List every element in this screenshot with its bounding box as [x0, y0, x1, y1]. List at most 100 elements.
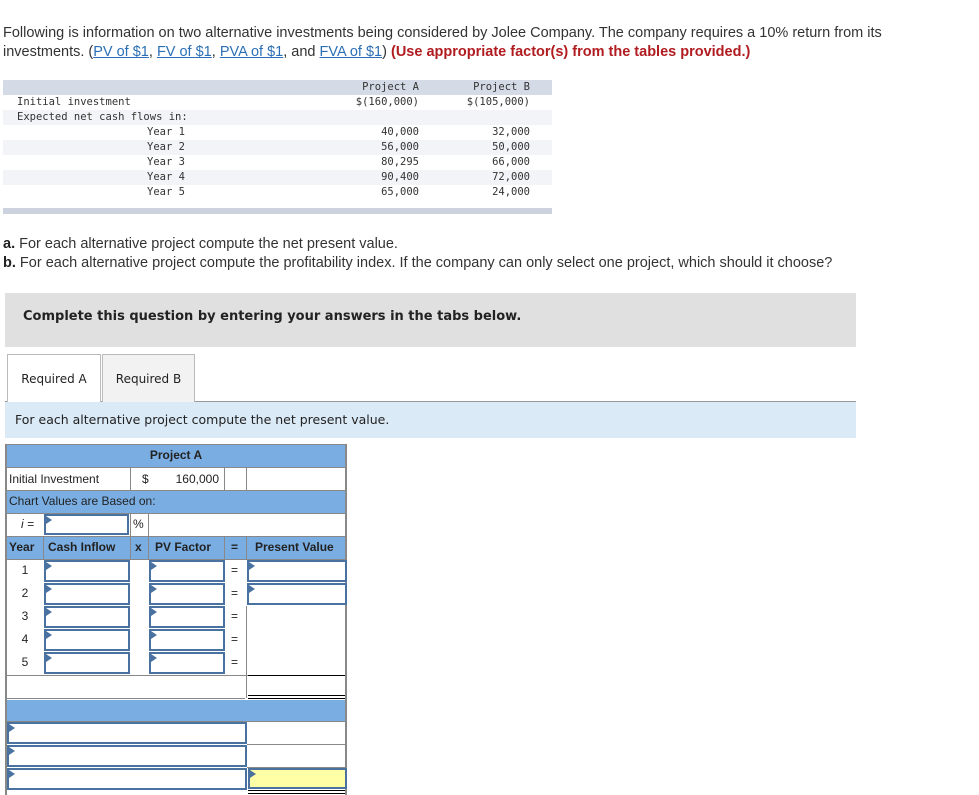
value-b: 50,000: [492, 141, 530, 153]
divider: [148, 537, 149, 559]
year-row: Year 4 90,400 72,000: [3, 170, 552, 185]
cash-inflow-input[interactable]: [44, 560, 130, 582]
row-year: 1: [21, 563, 29, 577]
separator: ,: [211, 44, 220, 60]
divider: [224, 468, 225, 490]
divider: [247, 744, 345, 745]
col-project-b: Project B: [473, 81, 530, 93]
col-project-a: Project A: [362, 81, 419, 93]
year-label: Year 1: [147, 126, 185, 138]
summary-header-row: [7, 700, 345, 721]
cash-inflow-input[interactable]: [44, 606, 130, 628]
questions: a. For each alternative project compute …: [3, 235, 832, 272]
summary-label-input-1[interactable]: [7, 722, 247, 744]
equals-sign: =: [231, 632, 239, 646]
tab-instruction: For each alternative project compute the…: [5, 402, 856, 438]
pv-factor-input[interactable]: [149, 606, 225, 628]
currency-symbol: $: [142, 472, 149, 486]
value-b: 66,000: [492, 156, 530, 168]
equals-sign: =: [231, 586, 239, 600]
problem-intro: Following is information on two alternat…: [3, 24, 953, 62]
divider: [130, 468, 131, 490]
sum-underline: [248, 675, 345, 676]
pv-factor-input[interactable]: [149, 652, 225, 674]
question-b-label: b.: [3, 254, 16, 271]
year-label: Year 3: [147, 156, 185, 168]
interest-rate-label: i =: [21, 517, 35, 531]
pv-factor-input[interactable]: [149, 629, 225, 651]
pv-factor-input[interactable]: [149, 583, 225, 605]
year-row: Year 2 56,000 50,000: [3, 140, 552, 155]
row-year: 5: [21, 655, 29, 669]
question-b: b. For each alternative project compute …: [3, 254, 832, 273]
value-a: 90,400: [381, 171, 419, 183]
question-a-label: a.: [3, 236, 16, 252]
value-a: 56,000: [381, 141, 419, 153]
year-row: Year 5 65,000 24,000: [3, 185, 552, 200]
header-present-value: Present Value: [255, 540, 334, 554]
value-b: 32,000: [492, 126, 530, 138]
initial-investment-row: Initial investment $(160,000) $(105,000): [3, 95, 552, 110]
year-label: Year 5: [147, 186, 185, 198]
value-a: 65,000: [381, 186, 419, 198]
summary-label-input-3[interactable]: [7, 768, 247, 790]
year-label: Year 2: [147, 141, 185, 153]
divider: [246, 537, 247, 559]
year-row: Year 3 80,295 66,000: [3, 155, 552, 170]
cash-inflow-input[interactable]: [44, 629, 130, 651]
separator: ): [382, 44, 391, 60]
npv-double-underline: [248, 790, 345, 794]
instruction-banner: Complete this question by entering your …: [5, 293, 856, 347]
link-fv-of-1[interactable]: FV of $1: [157, 44, 212, 60]
interest-rate-input[interactable]: [44, 514, 129, 535]
value-a: $(160,000): [355, 96, 419, 108]
factor-warning: (Use appropriate factor(s) from the tabl…: [390, 44, 751, 60]
value-b: $(105,000): [466, 96, 530, 108]
cash-inflow-input[interactable]: [44, 652, 130, 674]
grid-title: Project A: [149, 448, 203, 462]
link-fva-of-1[interactable]: FVA of $1: [320, 44, 383, 60]
tab-required-b[interactable]: Required B: [102, 354, 195, 402]
header-equals: =: [231, 540, 239, 554]
equals-sign: =: [231, 609, 239, 623]
percent-sign: %: [133, 517, 144, 531]
cash-inflow-input[interactable]: [44, 583, 130, 605]
separator: ,: [148, 44, 157, 60]
given-header-row: Project A Project B: [3, 80, 552, 95]
divider: [246, 676, 247, 698]
link-pv-of-1[interactable]: PV of $1: [93, 44, 149, 60]
present-value-input[interactable]: [247, 560, 347, 582]
divider: [130, 537, 131, 559]
summary-label-input-2[interactable]: [7, 745, 247, 767]
link-pva-of-1[interactable]: PVA of $1: [220, 44, 283, 60]
year-label: Year 4: [147, 171, 185, 183]
divider: [246, 606, 247, 675]
header-pv-factor: PV Factor: [155, 540, 212, 554]
tab-required-a[interactable]: Required A: [7, 354, 101, 403]
divider: [246, 468, 247, 490]
tab-bar: Required A Required B: [5, 354, 856, 403]
divider: [7, 467, 345, 468]
value-a: 40,000: [381, 126, 419, 138]
header-multiply: x: [135, 540, 142, 554]
question-a-text: For each alternative project compute the…: [15, 236, 398, 252]
value-b: 24,000: [492, 186, 530, 198]
header-year: Year: [9, 540, 35, 554]
banner-text: Complete this question by entering your …: [23, 309, 522, 324]
equals-sign: =: [231, 655, 239, 669]
initial-investment-value: 160,000: [175, 472, 219, 486]
row-year: 4: [21, 632, 29, 646]
pv-factor-input[interactable]: [149, 560, 225, 582]
table-footer-bar: [3, 208, 552, 214]
net-present-value-input[interactable]: [248, 768, 347, 789]
value-b: 72,000: [492, 171, 530, 183]
divider: [7, 698, 245, 699]
present-value-input[interactable]: [247, 583, 347, 605]
divider: [43, 537, 44, 559]
total-double-underline: [248, 695, 345, 699]
row-label: Initial investment: [17, 96, 131, 108]
row-year: 2: [21, 586, 29, 600]
header-cash-inflow: Cash Inflow: [48, 540, 116, 554]
question-a: a. For each alternative project compute …: [3, 235, 832, 254]
row-label: Expected net cash flows in:: [17, 111, 188, 123]
